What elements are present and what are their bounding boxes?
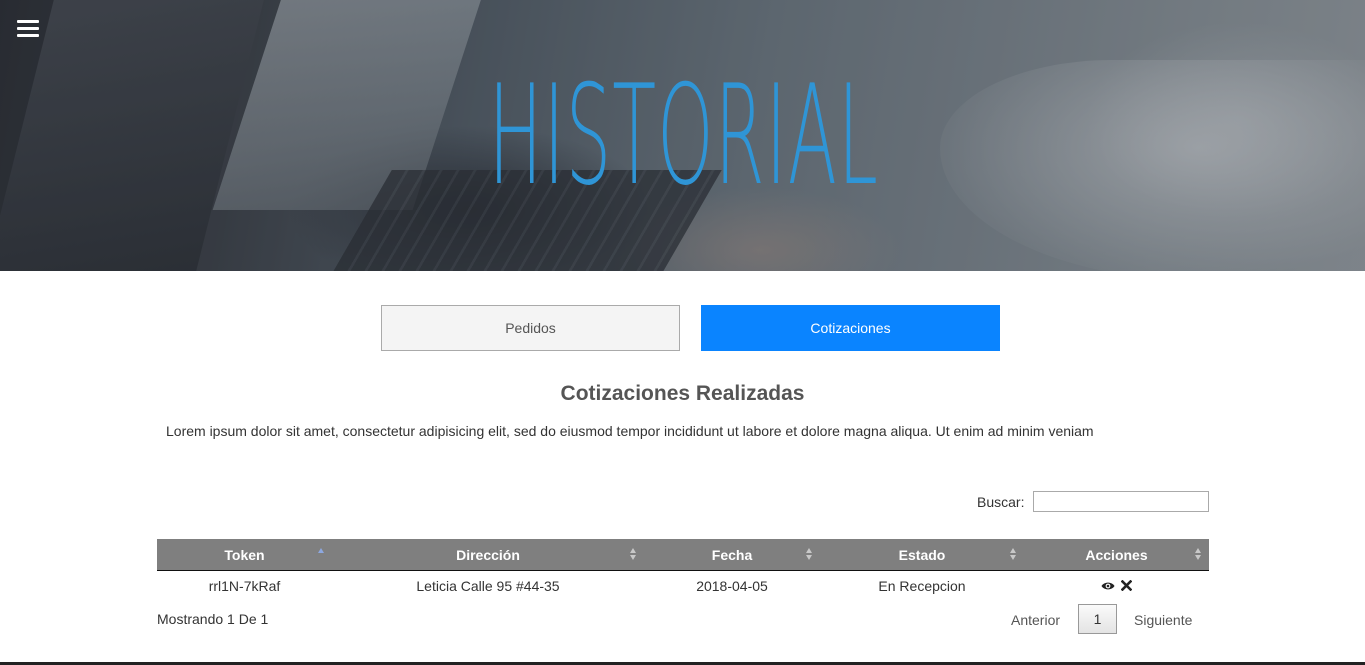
- pagination-previous[interactable]: Anterior: [1011, 612, 1060, 628]
- column-header-label: Token: [224, 546, 265, 563]
- sort-icon: [1010, 548, 1017, 562]
- column-header-label: Acciones: [1085, 546, 1148, 563]
- hamburger-menu-icon[interactable]: [17, 20, 39, 38]
- page-title: HISTORIAL: [488, 55, 879, 216]
- column-header-label: Estado: [898, 546, 946, 563]
- sort-icon: [1195, 548, 1202, 562]
- close-icon[interactable]: [1121, 580, 1132, 591]
- table-info: Mostrando 1 De 1: [157, 611, 269, 627]
- table-header: Token Dirección Fecha Estado Acciones: [157, 539, 1209, 571]
- sort-ascending-icon: [318, 548, 325, 562]
- column-header-estado[interactable]: Estado: [820, 539, 1024, 570]
- hero-banner: HISTORIAL: [0, 0, 1365, 271]
- cell-token: rrl1N-7kRaf: [208, 577, 281, 594]
- quotes-table: Token Dirección Fecha Estado Acciones rr…: [157, 539, 1209, 600]
- column-header-label: Dirección: [456, 546, 520, 563]
- section-description: Lorem ipsum dolor sit amet, consectetur …: [166, 423, 1094, 439]
- search-label: Buscar:: [977, 494, 1025, 510]
- cell-estado: En Recepcion: [878, 577, 966, 594]
- search-input[interactable]: [1033, 491, 1209, 512]
- cell-direccion: Leticia Calle 95 #44-35: [416, 577, 560, 594]
- column-header-fecha[interactable]: Fecha: [644, 539, 820, 570]
- column-header-label: Fecha: [711, 546, 753, 563]
- cell-fecha: 2018-04-05: [696, 577, 768, 594]
- pagination-page-1[interactable]: 1: [1078, 604, 1117, 634]
- section-title: Cotizaciones Realizadas: [560, 382, 805, 405]
- table-row: rrl1N-7kRaf Leticia Calle 95 #44-35 2018…: [157, 571, 1209, 600]
- column-header-direccion[interactable]: Dirección: [332, 539, 644, 570]
- tab-pedidos[interactable]: Pedidos: [381, 305, 680, 351]
- column-header-token[interactable]: Token: [157, 539, 332, 570]
- tab-cotizaciones[interactable]: Cotizaciones: [701, 305, 1000, 351]
- sort-icon: [630, 548, 637, 562]
- sort-icon: [806, 548, 813, 562]
- eye-icon[interactable]: [1101, 581, 1115, 591]
- cell-acciones: [1024, 571, 1209, 600]
- pagination-next[interactable]: Siguiente: [1134, 612, 1192, 628]
- column-header-acciones[interactable]: Acciones: [1024, 539, 1209, 570]
- table-body: rrl1N-7kRaf Leticia Calle 95 #44-35 2018…: [157, 571, 1209, 600]
